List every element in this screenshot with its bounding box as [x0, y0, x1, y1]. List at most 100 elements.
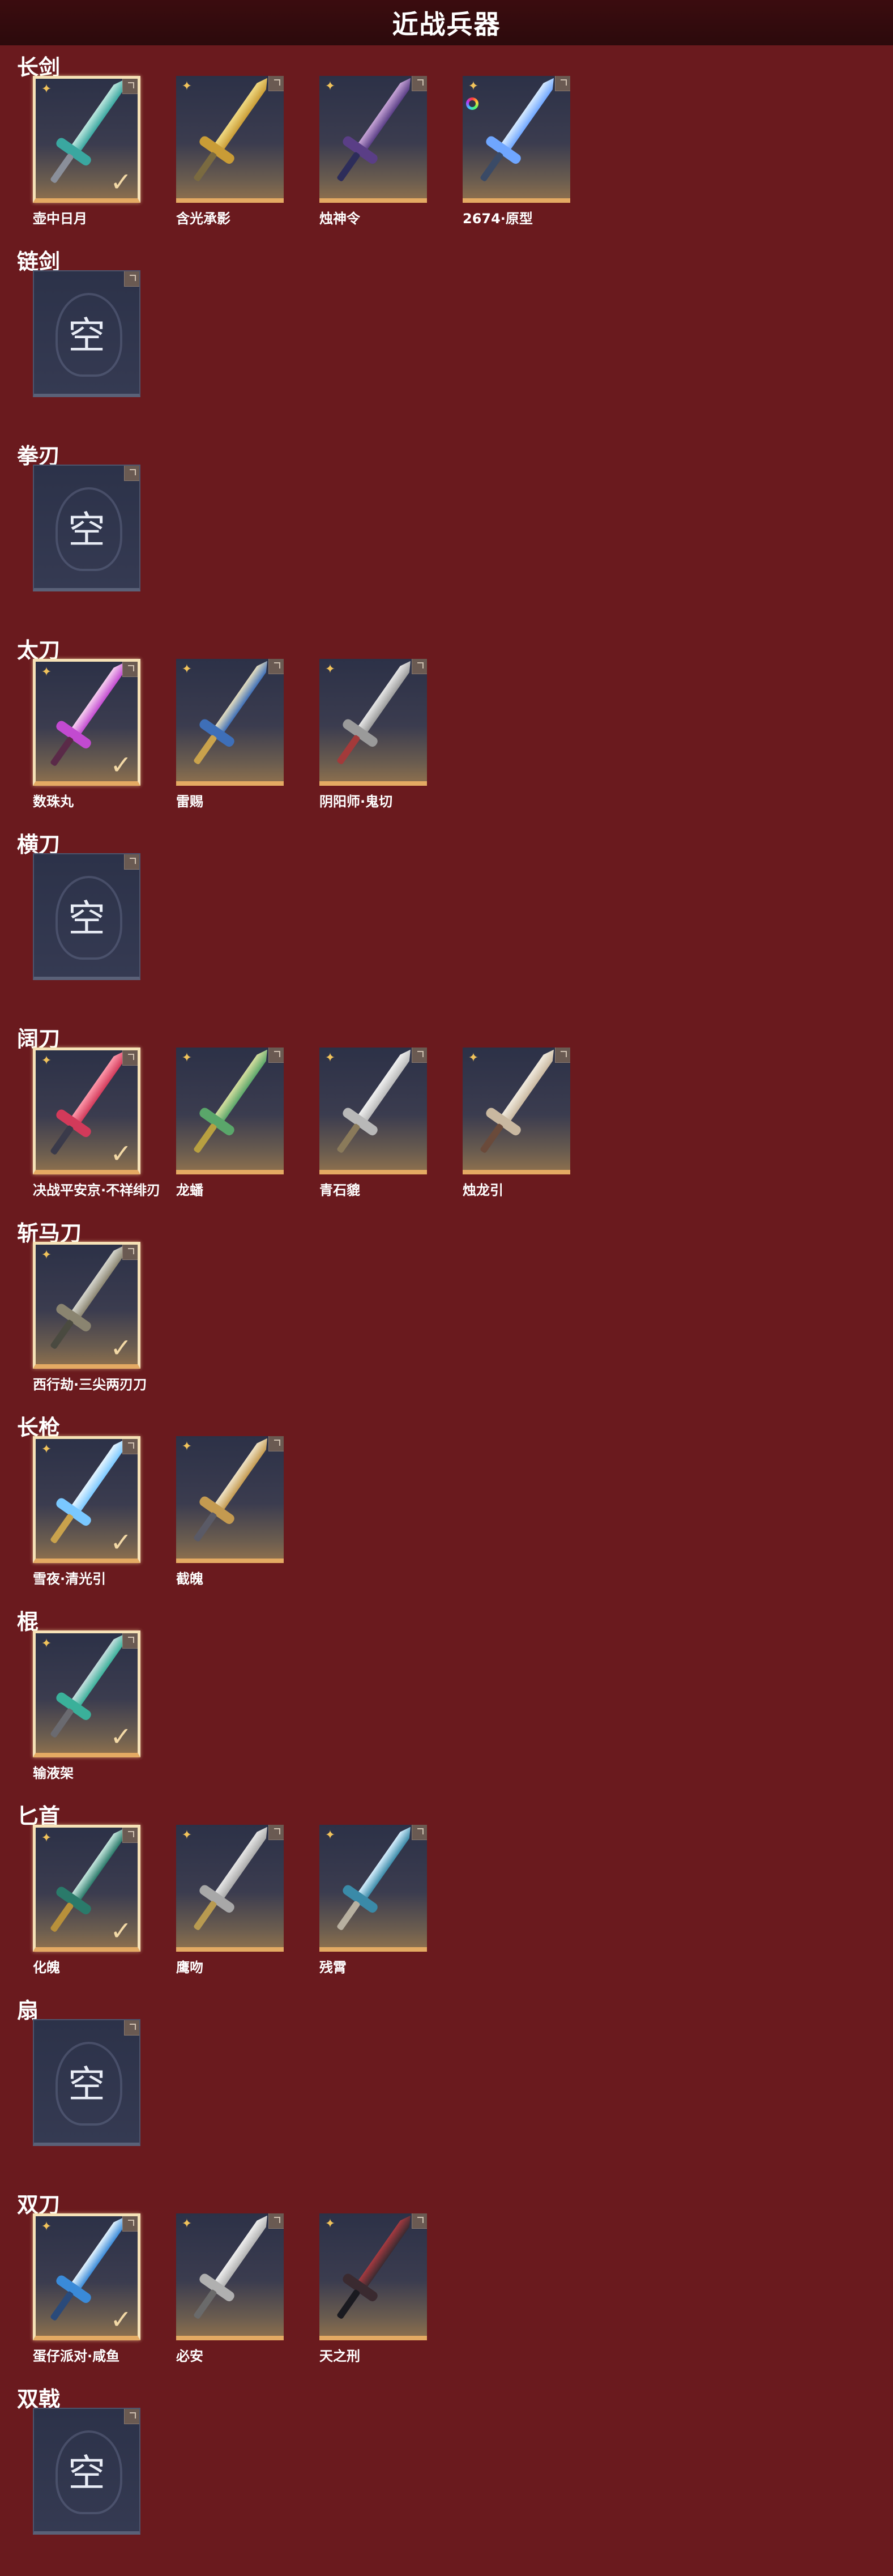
weapon-section: 双刀 ✦ ✓ 蛋仔派对·咸鱼 ✦ 必安 ✦ 天之刑 — [0, 2184, 893, 2378]
empty-slot[interactable]: 空 — [33, 2019, 140, 2146]
weapon-item[interactable]: ✦ ✓ 化魄 — [33, 1825, 140, 1976]
expand-corner-icon[interactable] — [122, 1828, 138, 1843]
expand-corner-icon[interactable] — [122, 1245, 138, 1260]
expand-corner-icon[interactable] — [412, 659, 427, 674]
weapon-item[interactable]: ✦ 青石貔 — [319, 1048, 427, 1199]
expand-corner-icon[interactable] — [412, 76, 427, 91]
weapon-card[interactable]: ✦ — [319, 2213, 427, 2340]
weapon-item[interactable]: ✦ 含光承影 — [176, 76, 284, 227]
weapon-list: ✦ ✓ 化魄 ✦ 鹰吻 ✦ 残霄 — [33, 1825, 463, 1976]
expand-corner-icon[interactable] — [412, 1048, 427, 1063]
empty-label: 空 — [68, 2451, 105, 2495]
weapon-card[interactable]: ✦ — [463, 76, 570, 203]
weapon-item[interactable]: ✦ ✓ 壶中日月 — [33, 76, 140, 227]
expand-corner-icon[interactable] — [122, 79, 138, 94]
weapon-card[interactable]: ✦ — [319, 1825, 427, 1952]
weapon-card[interactable]: ✦ — [319, 1048, 427, 1174]
weapon-item[interactable]: ✦ 天之刑 — [319, 2213, 427, 2365]
weapon-section: 阔刀 ✦ ✓ 决战平安京·不祥绯刃 ✦ 龙蟠 ✦ 青石貔 ✦ 烛龙引 — [0, 1018, 893, 1212]
expand-corner-icon[interactable] — [124, 2409, 139, 2424]
expand-corner-icon[interactable] — [268, 659, 284, 674]
weapon-card[interactable]: ✦ — [176, 2213, 284, 2340]
weapon-section: 双戟空 — [0, 2378, 893, 2573]
weapon-item[interactable]: ✦ ✓ 决战平安京·不祥绯刃 — [33, 1048, 160, 1199]
expand-corner-icon[interactable] — [268, 1436, 284, 1451]
expand-corner-icon[interactable] — [412, 2213, 427, 2229]
weapon-card[interactable]: ✦ ✓ — [33, 1630, 140, 1757]
expand-corner-icon[interactable] — [124, 2020, 139, 2036]
checkmark-icon: ✓ — [110, 750, 132, 780]
weapon-item[interactable]: ✦ ✓ 数珠丸 — [33, 659, 140, 810]
weapon-card[interactable]: ✦ ✓ — [33, 2213, 140, 2340]
weapon-name: 阴阳师·鬼切 — [319, 794, 393, 810]
expand-corner-icon[interactable] — [268, 1825, 284, 1840]
weapon-icon — [328, 2213, 418, 2328]
weapon-item[interactable]: ✦ 2674·原型 — [463, 76, 570, 227]
empty-slot[interactable]: 空 — [33, 853, 140, 980]
expand-corner-icon[interactable] — [412, 1825, 427, 1840]
empty-slot-card[interactable]: 空 — [33, 2019, 140, 2146]
weapon-item[interactable]: ✦ 雷赐 — [176, 659, 284, 810]
weapon-card[interactable]: ✦ ✓ — [33, 659, 140, 786]
weapon-item[interactable]: ✦ 截魄 — [176, 1436, 284, 1587]
weapon-card[interactable]: ✦ — [176, 1436, 284, 1563]
expand-corner-icon[interactable] — [268, 76, 284, 91]
weapon-name: 青石貔 — [319, 1182, 360, 1198]
weapon-list: 空 — [33, 270, 176, 397]
weapon-item[interactable]: ✦ 残霄 — [319, 1825, 427, 1976]
weapon-name: 化魄 — [33, 1960, 60, 1975]
weapon-card[interactable]: ✦ — [176, 1825, 284, 1952]
weapon-card[interactable]: ✦ ✓ — [33, 1048, 140, 1174]
expand-corner-icon[interactable] — [268, 1048, 284, 1063]
weapon-card[interactable]: ✦ — [319, 76, 427, 203]
weapon-card[interactable]: ✦ — [319, 659, 427, 786]
weapon-item[interactable]: ✦ 烛神令 — [319, 76, 427, 227]
expand-corner-icon[interactable] — [555, 1048, 570, 1063]
weapon-icon — [185, 659, 275, 773]
star-badge-icon: ✦ — [324, 2217, 336, 2231]
star-badge-icon: ✦ — [181, 79, 193, 93]
weapon-item[interactable]: ✦ 烛龙引 — [463, 1048, 570, 1199]
weapon-card[interactable]: ✦ — [176, 659, 284, 786]
star-badge-icon: ✦ — [324, 1828, 336, 1842]
weapon-name: 必安 — [176, 2348, 203, 2364]
weapon-card[interactable]: ✦ ✓ — [33, 1242, 140, 1369]
empty-slot-card[interactable]: 空 — [33, 2408, 140, 2535]
star-badge-icon: ✦ — [181, 2217, 193, 2231]
weapon-item[interactable]: ✦ ✓ 输液架 — [33, 1630, 140, 1782]
expand-corner-icon[interactable] — [124, 271, 139, 287]
weapon-item[interactable]: ✦ 必安 — [176, 2213, 284, 2365]
weapon-name: 雪夜·清光引 — [33, 1571, 106, 1587]
weapon-card[interactable]: ✦ — [463, 1048, 570, 1174]
expand-corner-icon[interactable] — [555, 76, 570, 91]
empty-slot-card[interactable]: 空 — [33, 270, 140, 397]
expand-corner-icon[interactable] — [122, 1050, 138, 1066]
weapon-card[interactable]: ✦ ✓ — [33, 76, 140, 203]
weapon-name: 蛋仔派对·咸鱼 — [33, 2348, 120, 2364]
empty-slot[interactable]: 空 — [33, 465, 140, 591]
expand-corner-icon[interactable] — [268, 2213, 284, 2229]
expand-corner-icon[interactable] — [122, 2216, 138, 2232]
weapon-card[interactable]: ✦ — [176, 1048, 284, 1174]
empty-slot[interactable]: 空 — [33, 270, 140, 397]
weapon-item[interactable]: ✦ ✓ 蛋仔派对·咸鱼 — [33, 2213, 140, 2365]
weapon-icon — [328, 76, 418, 190]
empty-slot-card[interactable]: 空 — [33, 853, 140, 980]
weapon-card[interactable]: ✦ — [176, 76, 284, 203]
expand-corner-icon[interactable] — [124, 854, 139, 870]
star-badge-icon: ✦ — [181, 662, 193, 676]
expand-corner-icon[interactable] — [122, 1439, 138, 1454]
weapon-item[interactable]: ✦ ✓ 雪夜·清光引 — [33, 1436, 140, 1587]
empty-slot-card[interactable]: 空 — [33, 465, 140, 591]
weapon-item[interactable]: ✦ ✓ 西行劫·三尖两刃刀 — [33, 1242, 147, 1393]
expand-corner-icon[interactable] — [122, 1633, 138, 1649]
weapon-card[interactable]: ✦ ✓ — [33, 1825, 140, 1952]
weapon-card[interactable]: ✦ ✓ — [33, 1436, 140, 1563]
weapon-item[interactable]: ✦ 阴阳师·鬼切 — [319, 659, 427, 810]
expand-corner-icon[interactable] — [122, 662, 138, 677]
empty-slot[interactable]: 空 — [33, 2408, 140, 2535]
expand-corner-icon[interactable] — [124, 466, 139, 481]
weapon-item[interactable]: ✦ 鹰吻 — [176, 1825, 284, 1976]
weapon-item[interactable]: ✦ 龙蟠 — [176, 1048, 284, 1199]
weapon-icon — [185, 76, 275, 190]
